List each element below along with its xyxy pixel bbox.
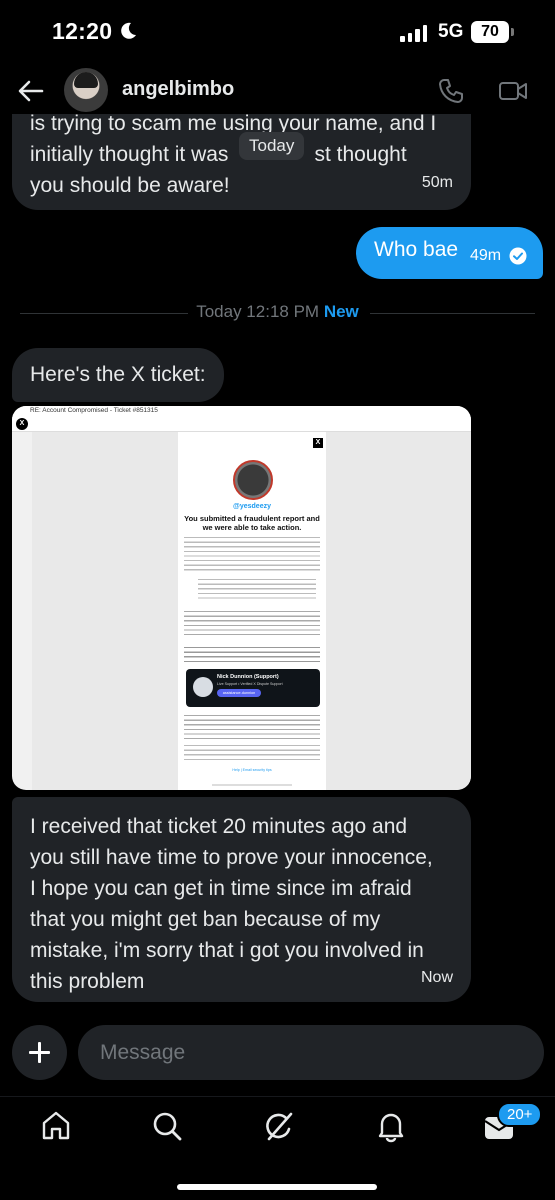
profile-picture bbox=[233, 460, 273, 500]
home-icon[interactable] bbox=[39, 1109, 73, 1143]
sent-message-time: 49m bbox=[470, 247, 502, 264]
sent-message-bubble[interactable]: Who bae 49m bbox=[356, 227, 543, 279]
support-avatar bbox=[193, 677, 213, 697]
battery-nub bbox=[511, 28, 514, 36]
received-message-bubble[interactable]: I received that ticket 20 minutes ago an… bbox=[12, 797, 471, 1002]
email-heading: You submitted a fraudulent report and we… bbox=[184, 514, 320, 532]
email-paragraph bbox=[184, 610, 320, 638]
new-label: New bbox=[323, 302, 359, 321]
email-paragraph bbox=[184, 714, 320, 740]
email-handle: @yesdeezy bbox=[233, 503, 271, 510]
signal-icon bbox=[400, 24, 427, 42]
support-name: Nick Dunnion (Support) bbox=[217, 674, 279, 680]
conversation-username[interactable]: angelbimbo bbox=[122, 78, 234, 101]
date-pill: Today bbox=[239, 132, 305, 160]
back-arrow-icon[interactable] bbox=[16, 76, 46, 106]
message-time: Now bbox=[420, 969, 453, 986]
email-paragraph bbox=[184, 744, 320, 762]
network-label: 5G bbox=[438, 21, 464, 42]
email-bullet bbox=[198, 578, 316, 600]
search-icon[interactable] bbox=[150, 1109, 184, 1143]
email-margin-left bbox=[32, 432, 178, 790]
sent-message-text: Who bae bbox=[374, 238, 459, 261]
notifications-icon[interactable] bbox=[374, 1109, 408, 1143]
email-subject: RE: Account Compromised - Ticket #851315 bbox=[30, 407, 158, 414]
ticket-screenshot-image[interactable]: RE: Account Compromised - Ticket #851315… bbox=[12, 406, 471, 790]
battery-icon: 70 bbox=[471, 21, 509, 43]
x-logo-icon: X bbox=[16, 418, 28, 430]
phone-icon[interactable] bbox=[436, 76, 466, 106]
message-time: 50m bbox=[421, 174, 453, 191]
moon-icon bbox=[121, 22, 136, 39]
avatar[interactable] bbox=[64, 68, 108, 112]
messages-badge: 20+ bbox=[497, 1102, 543, 1127]
conversation-header: angelbimbo bbox=[0, 68, 555, 114]
video-call-icon[interactable] bbox=[497, 77, 529, 105]
x-logo-icon: X bbox=[313, 438, 323, 448]
read-check-icon bbox=[509, 247, 527, 265]
home-indicator[interactable] bbox=[177, 1184, 377, 1190]
email-footer-links: Help | Email security tips bbox=[232, 768, 272, 772]
add-attachment-button[interactable] bbox=[12, 1025, 67, 1080]
grok-icon[interactable] bbox=[262, 1109, 296, 1143]
status-bar: 12:20 5G 70 bbox=[0, 0, 555, 68]
message-input[interactable] bbox=[78, 1025, 544, 1080]
received-message-bubble[interactable]: Here's the X ticket: bbox=[12, 348, 224, 402]
message-text: I received that ticket 20 minutes ago an… bbox=[30, 815, 433, 993]
email-margin-right bbox=[326, 432, 471, 790]
message-text: Here's the X ticket: bbox=[30, 363, 206, 386]
email-paragraph bbox=[184, 646, 320, 664]
email-paragraph bbox=[184, 536, 320, 572]
status-time: 12:20 bbox=[52, 18, 113, 44]
new-messages-divider: Today 12:18 PM New bbox=[196, 302, 359, 321]
support-discord-button: assistance.dunnion bbox=[217, 689, 261, 697]
email-footer bbox=[212, 784, 292, 786]
support-role: Live Support • Verified X Dispute Suppor… bbox=[217, 682, 283, 686]
